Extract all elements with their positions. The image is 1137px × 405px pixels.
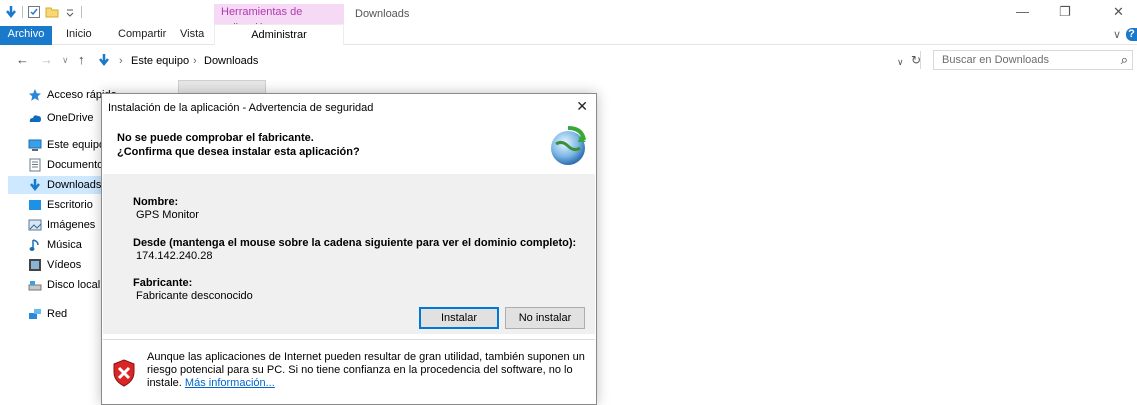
dialog-divider: [103, 339, 595, 340]
drive-icon: [28, 278, 42, 292]
application-install-icon: [546, 124, 590, 168]
customize-toolbar-icon[interactable]: [63, 5, 77, 19]
toolbar-divider: [81, 6, 82, 18]
tab-home[interactable]: Inicio: [66, 28, 92, 40]
breadcrumb-this-pc[interactable]: Este equipo: [131, 55, 189, 67]
dialog-question: ¿Confirma que desea instalar esta aplica…: [117, 146, 360, 158]
file-thumbnail[interactable]: [178, 80, 266, 94]
breadcrumb-separator: ›: [193, 55, 197, 67]
address-dropdown-button[interactable]: ∨: [897, 57, 904, 68]
forward-button[interactable]: →: [40, 52, 53, 67]
nav-item-label: Documentos: [47, 159, 109, 171]
desktop-icon: [28, 198, 42, 212]
ribbon-collapse-icon[interactable]: ∨: [1113, 28, 1121, 41]
nav-item-label: Escritorio: [47, 199, 93, 211]
toolbar-divider: [22, 6, 23, 18]
security-shield-icon: [112, 359, 136, 387]
document-icon: [28, 158, 42, 172]
nav-item-label: Vídeos: [47, 259, 82, 271]
back-button[interactable]: ←: [16, 52, 29, 67]
security-warning-dialog: Instalación de la aplicación - Advertenc…: [101, 93, 597, 405]
cloud-icon: [28, 111, 42, 125]
pictures-icon: [28, 218, 42, 232]
title-bar: Herramientas de aplicación Downloads — ❐…: [0, 0, 1137, 34]
address-divider: [920, 51, 921, 69]
nav-item-label: Red: [47, 308, 68, 320]
nav-item-label: Imágenes: [47, 219, 96, 231]
maximize-button[interactable]: ❐: [1059, 4, 1071, 20]
music-icon: [28, 238, 42, 252]
name-value: GPS Monitor: [136, 209, 199, 221]
nav-item-label: Downloads: [47, 179, 102, 191]
computer-icon: [28, 138, 42, 152]
search-icon[interactable]: ⌕: [1121, 52, 1128, 68]
close-window-button[interactable]: ✕: [1113, 4, 1124, 20]
publisher-value: Fabricante desconocido: [136, 290, 253, 302]
more-info-link[interactable]: Más información...: [185, 377, 275, 389]
security-warning-text: Aunque las aplicaciones de Internet pued…: [147, 351, 587, 390]
downloads-location-icon: [97, 53, 111, 70]
window-title: Downloads: [355, 8, 410, 20]
recent-locations-button[interactable]: ∨: [62, 55, 69, 66]
video-icon: [28, 258, 42, 272]
name-label: Nombre:: [133, 196, 179, 208]
nav-item-label: OneDrive: [47, 112, 94, 124]
quick-access-toolbar: [4, 5, 82, 19]
properties-checkbox-icon[interactable]: [27, 5, 41, 19]
up-button[interactable]: ↑: [78, 52, 85, 67]
nav-item-downloads[interactable]: Downloads: [8, 176, 102, 194]
dont-install-button[interactable]: No instalar: [505, 307, 585, 329]
breadcrumb-downloads[interactable]: Downloads: [204, 55, 258, 67]
nav-item-label: Disco local: [47, 279, 101, 291]
tab-view[interactable]: Vista: [180, 28, 204, 40]
dialog-close-button[interactable]: ✕: [576, 98, 588, 115]
address-field[interactable]: › Este equipo › Downloads ∨ ↻: [96, 50, 921, 70]
new-folder-icon[interactable]: [45, 5, 59, 19]
address-bar-row: ← → ∨ ↑ › Este equipo › Downloads ∨ ↻ Bu…: [0, 49, 1137, 73]
navigation-pane: Acceso rápido OneDrive Este equipo Docum…: [0, 80, 117, 405]
install-button[interactable]: Instalar: [419, 307, 499, 329]
tab-share[interactable]: Compartir: [118, 28, 166, 40]
publisher-label: Fabricante:: [133, 277, 193, 289]
from-value[interactable]: 174.142.240.28: [136, 250, 212, 262]
tab-file[interactable]: Archivo: [0, 26, 52, 45]
search-placeholder: Buscar en Downloads: [942, 54, 1050, 66]
search-input[interactable]: Buscar en Downloads ⌕: [933, 50, 1133, 70]
dialog-title: Instalación de la aplicación - Advertenc…: [108, 102, 374, 114]
tab-manage[interactable]: Administrar: [214, 24, 344, 45]
context-tab-header: Herramientas de aplicación: [214, 4, 344, 34]
from-label: Desde (mantenga el mouse sobre la cadena…: [133, 237, 577, 249]
network-icon: [28, 307, 42, 321]
ribbon-tabs: Archivo Inicio Compartir Vista Administr…: [0, 24, 1137, 45]
help-icon[interactable]: ?: [1126, 28, 1137, 41]
download-icon: [28, 178, 42, 192]
minimize-button[interactable]: —: [1016, 4, 1029, 19]
dialog-heading: No se puede comprobar el fabricante.: [117, 132, 314, 144]
nav-item-label: Música: [47, 239, 82, 251]
star-icon: [28, 88, 42, 102]
download-arrow-icon[interactable]: [4, 5, 18, 19]
breadcrumb-separator: ›: [119, 55, 123, 67]
nav-item-label: Este equipo: [47, 139, 106, 151]
